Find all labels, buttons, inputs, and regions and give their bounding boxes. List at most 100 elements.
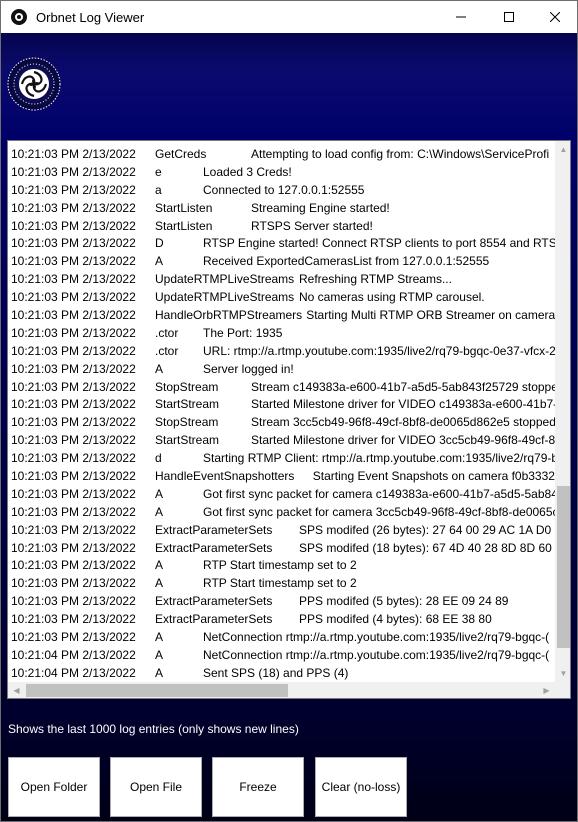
log-time: 10:21:03 PM 2/13/2022 [11, 486, 136, 501]
log-row[interactable]: 10:21:03 PM 2/13/2022 .ctor The Port: 1935 [8, 325, 555, 343]
open-file-button[interactable]: Open File [110, 757, 202, 817]
vertical-scroll-thumb[interactable] [557, 486, 570, 648]
log-source: StartListen [155, 218, 213, 233]
log-message: Attempting to load config from: C:\Windo… [251, 147, 550, 161]
log-message: Starting Event Snapshots on camera f0b33… [312, 469, 555, 484]
log-message: SPS modifed (18 bytes): 67 4D 40 28 8D 8… [299, 540, 555, 555]
log-row[interactable]: 10:21:03 PM 2/13/2022 A RTP Start timestam… [8, 575, 555, 593]
log-message: Got first sync packet for camera 3cc5cb4… [203, 504, 555, 519]
scrollbar-corner [555, 682, 570, 698]
log-message: Connected to 127.0.0.1:52555 [203, 182, 365, 197]
log-message: Server logged in! [203, 361, 294, 376]
log-row[interactable]: 10:21:03 PM 2/13/2022 StopStream Stream c1… [8, 379, 555, 397]
horizontal-scroll-thumb[interactable] [26, 684, 288, 697]
log-source: HandleOrbRTMPStreamers [155, 308, 303, 323]
log-time: 10:21:03 PM 2/13/2022 [11, 451, 136, 466]
log-source: ExtractParameterSets [155, 522, 273, 537]
log-row[interactable]: 10:21:03 PM 2/13/2022 StartListen Streamin… [8, 200, 555, 218]
log-time: 10:21:03 PM 2/13/2022 [11, 433, 136, 448]
log-time: 10:21:03 PM 2/13/2022 [11, 522, 136, 537]
log-time: 10:21:03 PM 2/13/2022 [11, 594, 136, 609]
log-row[interactable]: 10:21:03 PM 2/13/2022 A RTP Start timestam… [8, 557, 555, 575]
log-source: A [155, 576, 164, 591]
log-time: 10:21:03 PM 2/13/2022 [11, 236, 136, 251]
minimize-button[interactable] [438, 1, 484, 33]
log-message: RTP Start timestamp set to 2 [203, 558, 357, 573]
status-label: Shows the last 1000 log entries (only sh… [8, 722, 299, 736]
log-source: a [155, 182, 162, 197]
log-source: .ctor [155, 343, 179, 358]
log-row[interactable]: 10:21:03 PM 2/13/2022 ExtractParameterSet… [8, 611, 555, 629]
log-message: The Port: 1935 [203, 325, 283, 340]
log-time: 10:21:03 PM 2/13/2022 [11, 540, 136, 555]
log-row[interactable]: 10:21:03 PM 2/13/2022 StartStream Started … [8, 432, 555, 450]
log-message: Received ExportedCamerasList from 127.0.… [203, 254, 490, 269]
freeze-button[interactable]: Freeze [212, 757, 304, 817]
log-row[interactable]: 10:21:03 PM 2/13/2022 a Connected to 127.0… [8, 182, 555, 200]
log-list[interactable]: 10:21:03 PM 2/13/2022 GetCreds Attempting … [8, 146, 555, 682]
log-row[interactable]: 10:21:03 PM 2/13/2022 e Loaded 3 Creds! [8, 164, 555, 182]
log-message: Started Milestone driver for VIDEO 3cc5c… [251, 433, 555, 448]
close-button[interactable] [532, 1, 578, 33]
log-row[interactable]: 10:21:03 PM 2/13/2022 StartListen RTSPS Se… [8, 218, 555, 236]
maximize-button[interactable] [486, 1, 532, 33]
log-time: 10:21:03 PM 2/13/2022 [11, 325, 136, 340]
log-message: SPS modifed (26 bytes): 27 64 00 29 AC 1… [299, 522, 555, 537]
log-row[interactable]: 10:21:03 PM 2/13/2022 StopStream Stream 3c… [8, 414, 555, 432]
log-row[interactable]: 10:21:03 PM 2/13/2022 d Starting RTMP Clie… [8, 450, 555, 468]
log-time: 10:21:03 PM 2/13/2022 [11, 469, 136, 484]
log-time: 10:21:03 PM 2/13/2022 [11, 200, 136, 215]
maximize-icon [504, 12, 514, 22]
log-row[interactable]: 10:21:03 PM 2/13/2022 ExtractParameterSet… [8, 540, 555, 558]
log-message: Stream c149383a-e600-41b7-a5d5-5ab843f25… [251, 379, 555, 394]
log-source: A [155, 647, 164, 662]
log-time: 10:21:03 PM 2/13/2022 [11, 272, 136, 287]
log-row[interactable]: 10:21:03 PM 2/13/2022 UpdateRTMPLiveStrea… [8, 289, 555, 307]
scroll-up-icon[interactable]: ▲ [555, 141, 570, 158]
log-row[interactable]: 10:21:03 PM 2/13/2022 UpdateRTMPLiveStrea… [8, 271, 555, 289]
log-row[interactable]: 10:21:03 PM 2/13/2022 StartStream Started … [8, 396, 555, 414]
log-row[interactable]: 10:21:03 PM 2/13/2022 GetCreds Attempting … [8, 146, 555, 164]
log-row[interactable]: 10:21:03 PM 2/13/2022 A Received ExportedC… [8, 253, 555, 271]
log-row[interactable]: 10:21:04 PM 2/13/2022 A NetConnection rtmp… [8, 647, 555, 665]
log-time: 10:21:03 PM 2/13/2022 [11, 147, 136, 161]
log-source: StartListen [155, 200, 213, 215]
orbnet-logo-icon [7, 57, 61, 111]
log-row[interactable]: 10:21:03 PM 2/13/2022 ExtractParameterSet… [8, 593, 555, 611]
scroll-down-icon[interactable]: ▼ [555, 665, 570, 682]
log-source: StartStream [155, 397, 220, 412]
scroll-left-icon[interactable]: ◀ [8, 682, 25, 698]
log-row[interactable]: 10:21:03 PM 2/13/2022 ExtractParameterSet… [8, 522, 555, 540]
log-row[interactable]: 10:21:03 PM 2/13/2022 A NetConnection rtmp… [8, 629, 555, 647]
open-folder-button[interactable]: Open Folder [8, 757, 100, 817]
log-message: Stream 3cc5cb49-96f8-49cf-8bf8-de0065d86… [251, 415, 555, 430]
log-time: 10:21:03 PM 2/13/2022 [11, 164, 136, 179]
log-row[interactable]: 10:21:03 PM 2/13/2022 A Got first sync pac… [8, 486, 555, 504]
log-listbox[interactable]: 10:21:03 PM 2/13/2022 GetCreds Attempting … [7, 140, 571, 699]
horizontal-scrollbar[interactable]: ◀ ▶ [8, 682, 555, 698]
log-message: Starting RTMP Client: rtmp://a.rtmp.yout… [203, 451, 555, 466]
log-row[interactable]: 10:21:03 PM 2/13/2022 .ctor URL: rtmp://a.… [8, 343, 555, 361]
log-time: 10:21:03 PM 2/13/2022 [11, 254, 136, 269]
log-row[interactable]: 10:21:03 PM 2/13/2022 HandleEventSnapshot… [8, 468, 555, 486]
log-row[interactable]: 10:21:03 PM 2/13/2022 D RTSP Engine starte… [8, 235, 555, 253]
vertical-scrollbar[interactable]: ▲ ▼ [555, 141, 570, 682]
log-source: StartStream [155, 433, 220, 448]
log-source: A [155, 630, 164, 645]
log-row[interactable]: 10:21:03 PM 2/13/2022 A Server logged in! [8, 361, 555, 379]
log-message: Started Milestone driver for VIDEO c1493… [251, 397, 555, 412]
log-row[interactable]: 10:21:04 PM 2/13/2022 A Sent SPS (18) and … [8, 665, 555, 682]
window-title: Orbnet Log Viewer [36, 9, 145, 25]
scroll-right-icon[interactable]: ▶ [538, 682, 555, 698]
log-source: UpdateRTMPLiveStreams [155, 290, 295, 305]
log-message: Loaded 3 Creds! [203, 164, 292, 179]
log-row[interactable]: 10:21:03 PM 2/13/2022 A Got first sync pac… [8, 504, 555, 522]
log-time: 10:21:03 PM 2/13/2022 [11, 397, 136, 412]
log-source: A [155, 254, 164, 269]
log-row[interactable]: 10:21:03 PM 2/13/2022 HandleOrbRTMPStream… [8, 307, 555, 325]
log-time: 10:21:04 PM 2/13/2022 [11, 647, 136, 662]
clear-button[interactable]: Clear (no-loss) [315, 757, 407, 817]
log-time: 10:21:03 PM 2/13/2022 [11, 558, 136, 573]
log-message: Streaming Engine started! [251, 200, 390, 215]
title-bar[interactable]: Orbnet Log Viewer [1, 1, 577, 33]
